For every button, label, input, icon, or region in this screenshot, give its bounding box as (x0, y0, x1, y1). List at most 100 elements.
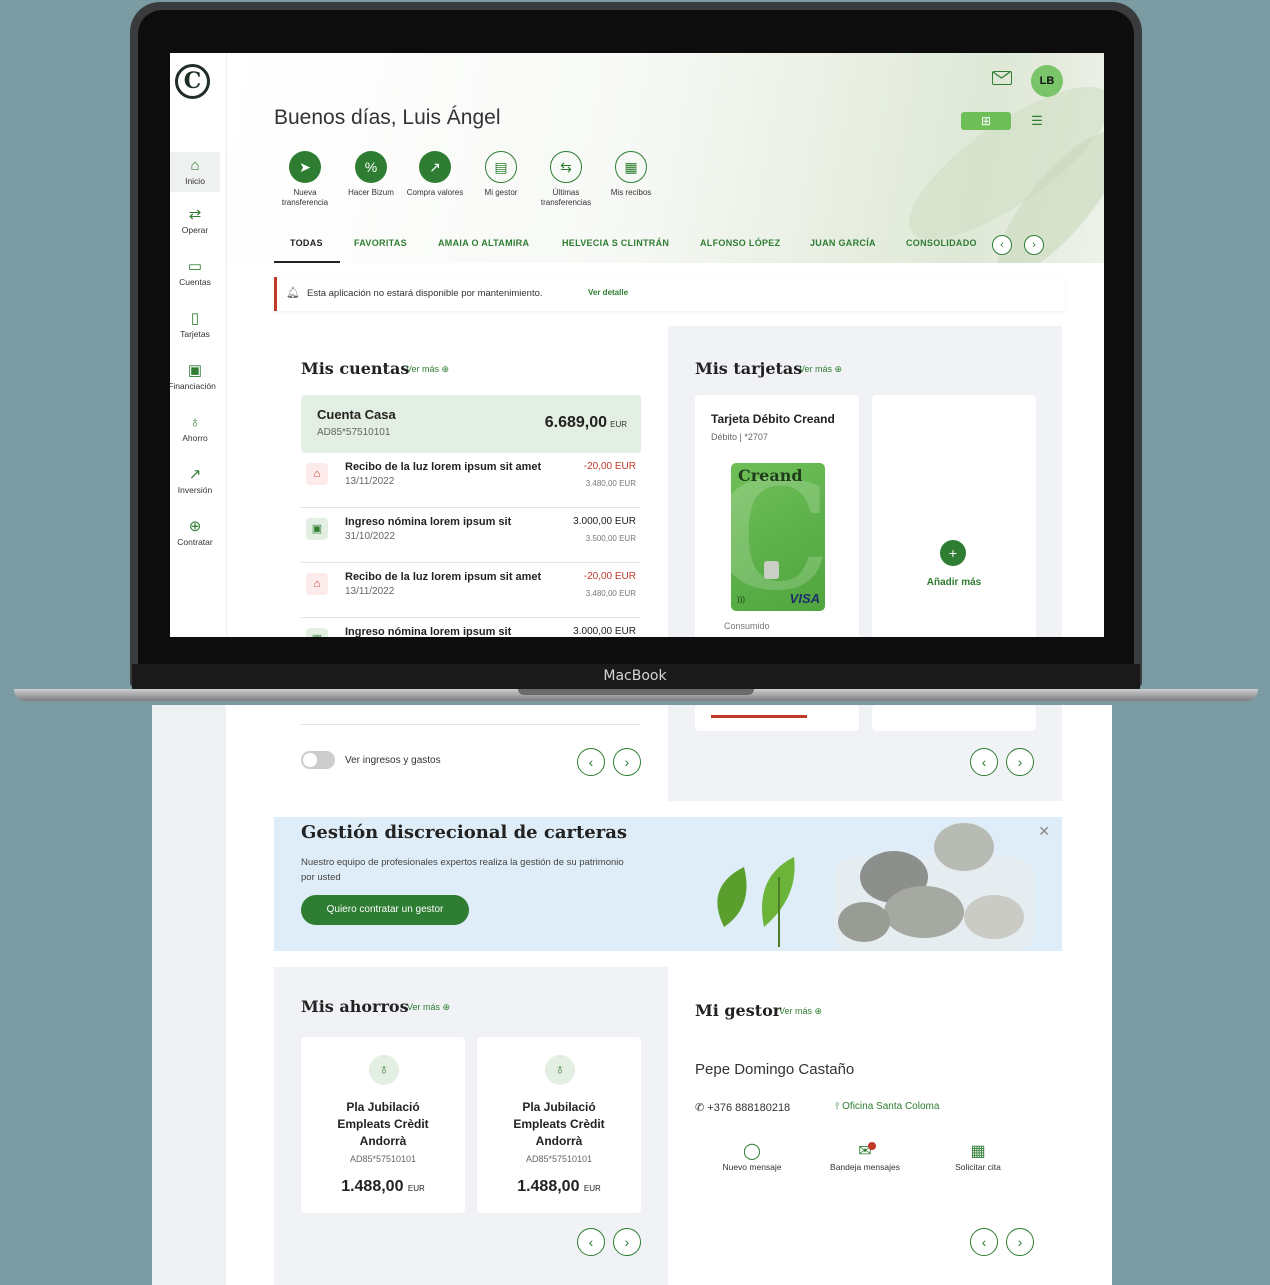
add-card-tile[interactable]: + Añadir más (872, 395, 1036, 637)
send-icon: ➤ (289, 151, 321, 183)
sidebar-item-operar[interactable]: ⇄ Operar (170, 206, 220, 236)
request-appointment-button[interactable]: ▦ Solicitar cita (938, 1142, 1018, 1172)
manager-next-button[interactable]: › (1006, 1228, 1034, 1256)
mail-icon[interactable] (992, 71, 1012, 85)
card-chip (764, 561, 779, 579)
quick-action-mis-recibos[interactable]: ▦ Mis recibos (596, 151, 666, 198)
new-message-button[interactable]: ◯ Nuevo mensaje (709, 1142, 795, 1172)
tab-consolidado[interactable]: CONSOLIDADO (906, 238, 977, 248)
page-continuation: Ver ingresos y gastos ‹ › ‹ › Gestión di… (152, 705, 1112, 1285)
account-summary[interactable]: Cuenta Casa AD85*57510101 6.689,00 EUR (301, 395, 641, 453)
briefcase-icon: ▤ (485, 151, 517, 183)
manager-prev-button[interactable]: ‹ (970, 1228, 998, 1256)
manager-phone[interactable]: ✆ +376 888180218 (695, 1101, 790, 1114)
home-icon: ⌂ (306, 463, 328, 485)
leaf-decoration (909, 86, 1104, 263)
bell-icon: 🔔︎ (286, 287, 300, 299)
greeting: Buenos días, Luis Ángel (274, 106, 501, 129)
sidebar-item-inicio[interactable]: ⌂ Inicio (170, 152, 220, 192)
account-balance: 6.689,00 (544, 414, 607, 431)
piggy-bank-icon: ♁ (545, 1055, 575, 1085)
transaction-row[interactable]: ▣ Ingreso nómina lorem ipsum sit 31/10/2… (301, 508, 641, 563)
notice-detail-link[interactable]: Ver detalle (588, 288, 628, 297)
maintenance-notice: 🔔︎ Esta aplicación no estará disponible … (274, 277, 1065, 311)
tabs-next-button[interactable]: › (1024, 235, 1044, 255)
cards-next-button[interactable]: › (1006, 748, 1034, 776)
plus-circle-icon: ⊕ (188, 518, 202, 535)
brand-logo[interactable]: C (175, 64, 210, 99)
transaction-row[interactable]: ▣ Ingreso nómina lorem ipsum sit 3.000,0… (301, 618, 641, 637)
accounts-next-button[interactable]: › (613, 748, 641, 776)
sidebar-item-cuentas[interactable]: ▭ Cuentas (170, 258, 220, 288)
add-icon: + (940, 540, 966, 566)
quick-action-nueva-transferencia[interactable]: ➤ Nueva transferencia (270, 151, 340, 208)
transaction-row[interactable]: ⌂ Recibo de la luz lorem ipsum sit amet … (301, 563, 641, 618)
calendar-icon: ▦ (970, 1143, 986, 1160)
sidebar-item-ahorro[interactable]: ♁ Ahorro (170, 414, 220, 444)
tab-todas[interactable]: TODAS (290, 238, 323, 248)
piggy-bank-icon: ♁ (189, 414, 201, 431)
exchange-icon: ⇆ (550, 151, 582, 183)
manager-office-link[interactable]: ⫯ Oficina Santa Coloma (835, 1101, 939, 1112)
divider (301, 724, 641, 725)
chat-bubble-icon: ◯ (743, 1143, 761, 1160)
toggle-label: Ver ingresos y gastos (345, 755, 441, 766)
sidebar-item-financiacion[interactable]: ▣ Financiación (170, 363, 220, 391)
savings-title: Mis ahorros (301, 997, 409, 1016)
tab-alfonso[interactable]: ALFONSO LÓPEZ (700, 238, 780, 248)
quick-action-compra-valores[interactable]: ↗ Compra valores (400, 151, 470, 198)
avatar[interactable]: LB (1031, 65, 1063, 97)
add-card-tile-bottom (872, 705, 1036, 731)
savings-prev-button[interactable]: ‹ (577, 1228, 605, 1256)
tabs-prev-button[interactable]: ‹ (992, 235, 1012, 255)
quick-action-bizum[interactable]: % Hacer Bizum (336, 151, 406, 198)
inbox-button[interactable]: ✉ Bandeja mensajes (820, 1142, 910, 1172)
manager-ver-mas-link[interactable]: Ver más ⊕ (779, 1006, 822, 1017)
accounts-ver-mas-link[interactable]: Ver más ⊕ (406, 364, 449, 375)
tab-helvecia[interactable]: HELVECIA S CLINTRÁN (562, 238, 669, 248)
savings-item[interactable]: ♁ Pla Jubilació Empleats Crèdit Andorrà … (301, 1037, 465, 1213)
inbox-icon: ✉ (820, 1142, 910, 1162)
money-icon: ▣ (306, 628, 328, 637)
accounts-prev-button[interactable]: ‹ (577, 748, 605, 776)
manager-name: Pepe Domingo Castaño (695, 1061, 855, 1078)
transfer-arrows-icon: ⇄ (188, 206, 202, 223)
consumed-bar (711, 715, 807, 718)
savings-amount: 1.488,00 EUR (517, 1178, 601, 1195)
quick-action-ultimas-transferencias[interactable]: ⇆ Últimas transferencias (531, 151, 601, 208)
tab-favoritas[interactable]: FAVORITAS (354, 238, 407, 248)
sidebar-item-tarjetas[interactable]: ▯ Tarjetas (170, 311, 220, 340)
tab-juan[interactable]: JUAN GARCÍA (810, 238, 876, 248)
sidebar: C ⌂ Inicio ⇄ Operar ▭ Cuentas ▯ Tarjetas… (170, 53, 227, 637)
home-icon: ⌂ (306, 573, 328, 595)
account-tabs: TODAS FAVORITAS AMAIA O ALTAMIRA HELVECI… (274, 238, 1064, 262)
coin-jar-illustration (717, 823, 1034, 951)
sidebar-item-inversion[interactable]: ↗ Inversión (170, 467, 220, 496)
contactless-icon: ))) (737, 595, 745, 604)
savings-next-button[interactable]: › (613, 1228, 641, 1256)
tab-amaia[interactable]: AMAIA O ALTAMIRA (438, 238, 529, 248)
list-view-icon[interactable]: ☰ (1028, 112, 1046, 130)
receipt-icon: ▦ (615, 151, 647, 183)
trend-up-icon: ↗ (419, 151, 451, 183)
laptop-brand-label: MacBook (603, 668, 667, 684)
quick-action-mi-gestor[interactable]: ▤ Mi gestor (466, 151, 536, 198)
sidebar-item-contratar[interactable]: ⊕ Contratar (170, 518, 220, 548)
cards-ver-mas-link[interactable]: Ver más ⊕ (799, 364, 842, 375)
contract-manager-button[interactable]: Quiero contratar un gestor (301, 895, 469, 925)
transaction-row[interactable]: ⌂ Recibo de la luz lorem ipsum sit amet … (301, 453, 641, 508)
piggy-bank-icon: ♁ (369, 1055, 399, 1085)
sidebar-continuation (152, 705, 226, 1285)
cards-prev-button[interactable]: ‹ (970, 748, 998, 776)
manager-title: Mi gestor (695, 1001, 782, 1020)
income-expense-toggle[interactable] (301, 751, 335, 769)
wallet-icon: ▭ (187, 258, 203, 275)
grid-view-icon[interactable]: ⊞ (961, 112, 1011, 130)
accounts-title: Mis cuentas (301, 359, 410, 378)
cards-title: Mis tarjetas (695, 359, 803, 378)
promo-banner: Gestión discrecional de carteras Nuestro… (274, 817, 1062, 951)
laptop-notch (518, 689, 754, 695)
savings-ver-mas-link[interactable]: Ver más ⊕ (407, 1002, 450, 1013)
debit-card-tile-bottom (695, 705, 859, 731)
savings-item[interactable]: ♁ Pla Jubilació Empleats Crèdit Andorrà … (477, 1037, 641, 1213)
